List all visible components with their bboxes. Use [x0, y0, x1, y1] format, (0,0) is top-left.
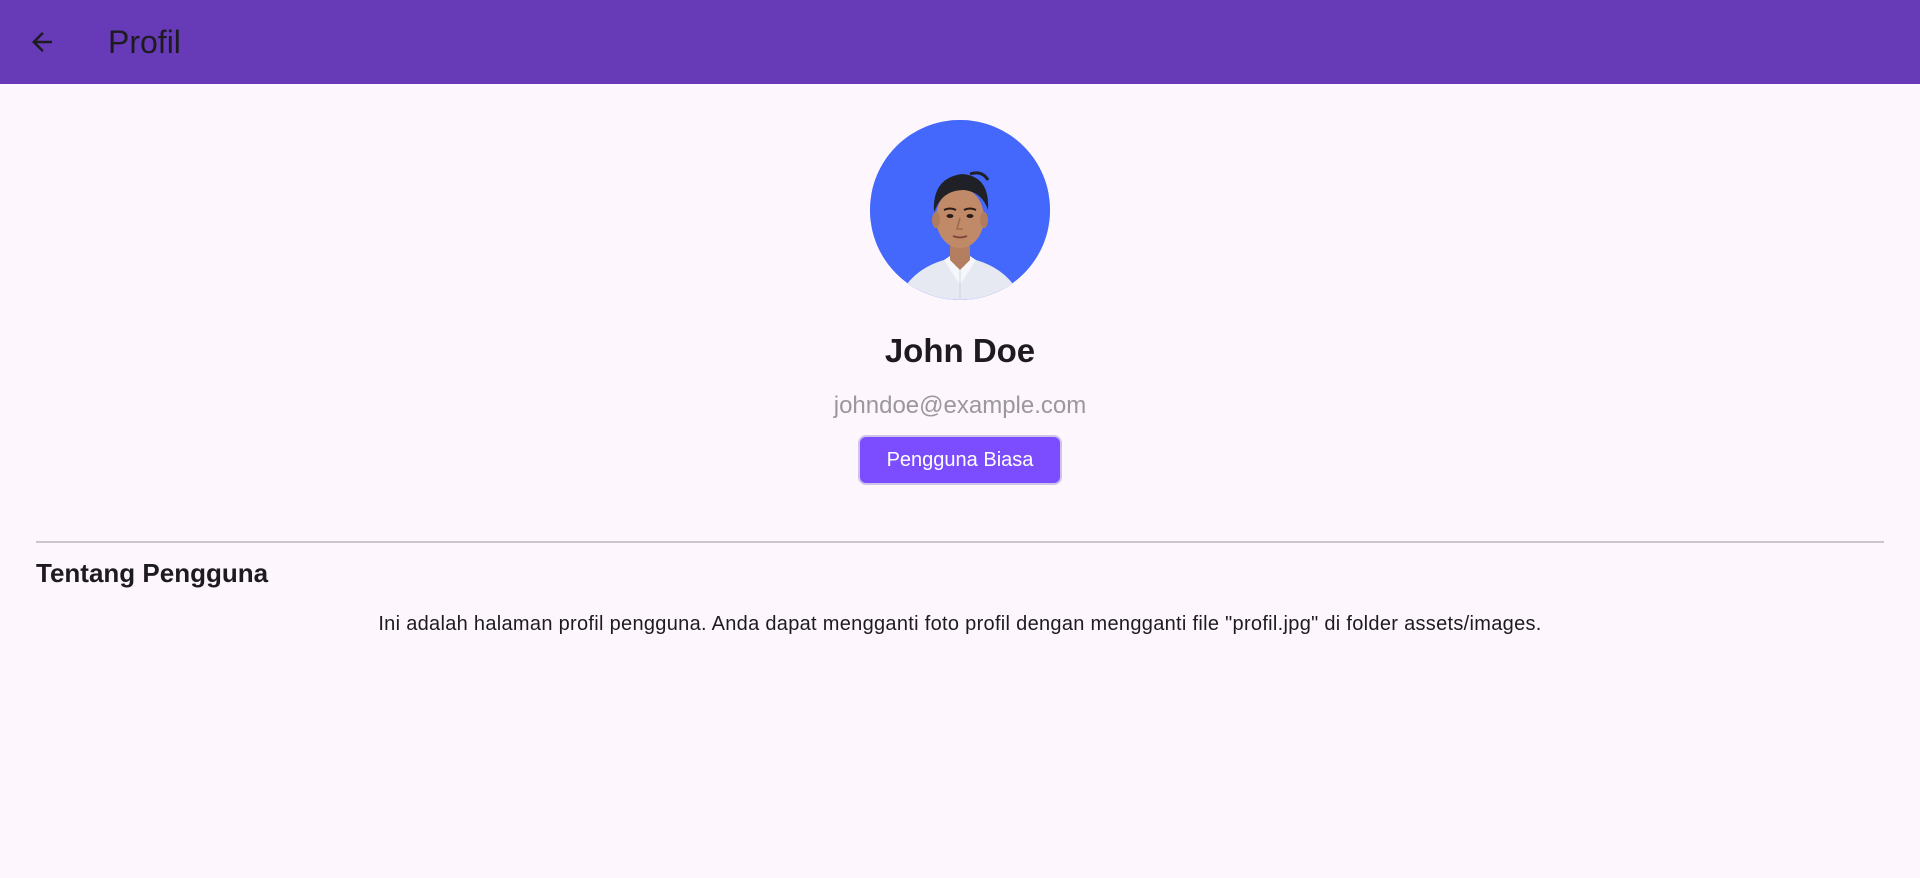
user-role-label: Pengguna Biasa	[886, 448, 1034, 471]
arrow-back-icon[interactable]	[27, 27, 57, 57]
profile-photo	[870, 120, 1050, 300]
user-email: johndoe@example.com	[833, 392, 1087, 419]
page-title: Profil	[108, 23, 181, 60]
about-text: Ini adalah halaman profil pengguna. Anda…	[378, 613, 1542, 635]
back-button[interactable]	[18, 18, 66, 66]
user-name: John Doe	[884, 332, 1036, 369]
about-section-title: Tentang Pengguna	[36, 558, 269, 588]
divider	[36, 541, 1884, 543]
user-role-button[interactable]: Pengguna Biasa	[858, 435, 1062, 485]
profile-avatar	[870, 120, 1050, 300]
app-bar: Profil	[0, 0, 1920, 84]
